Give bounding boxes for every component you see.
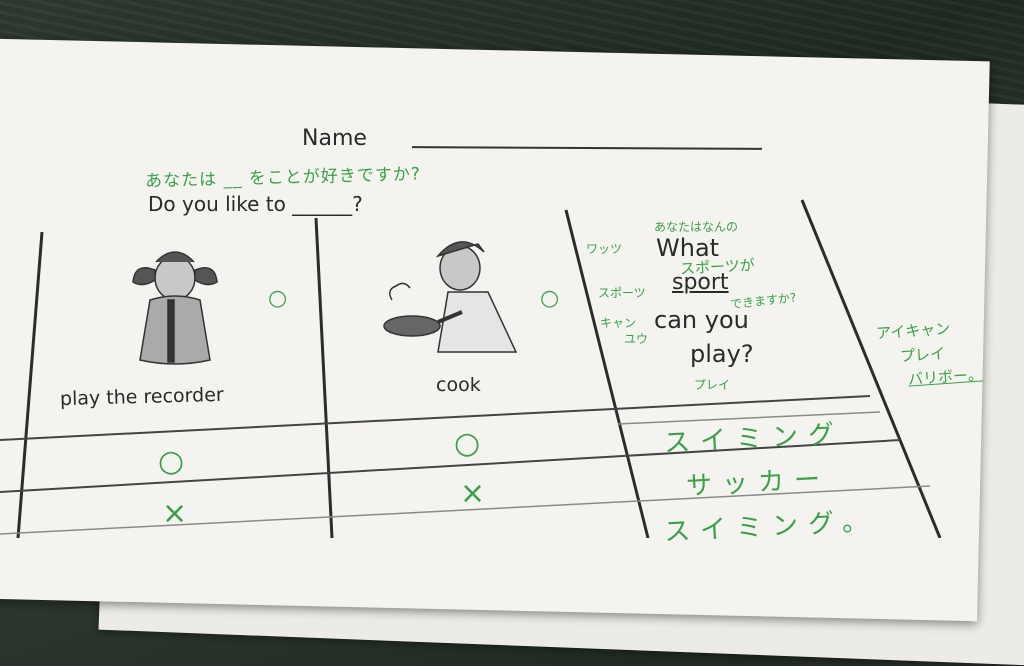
annotation-can-kana: キャン bbox=[600, 316, 637, 330]
annotation-sport-ga: スポーツが bbox=[679, 256, 756, 278]
name-label: Name bbox=[302, 126, 367, 151]
answer-row1-col1: ○ bbox=[158, 444, 185, 479]
annotation-you-kana: ユウ bbox=[624, 332, 649, 346]
sport-question-play: play? bbox=[690, 340, 754, 368]
question-en: Do you like to ______? bbox=[148, 192, 363, 216]
answer-row2-sport: サッカー bbox=[685, 464, 831, 502]
side-note-2: プレイ bbox=[899, 344, 946, 366]
table-grid bbox=[0, 199, 942, 538]
annotation-what-kana: ワッツ bbox=[586, 242, 623, 256]
girl-playing-recorder-icon bbox=[132, 251, 218, 365]
col-line-2 bbox=[314, 217, 334, 538]
col-line-1 bbox=[16, 231, 44, 538]
col-line-3 bbox=[564, 209, 650, 538]
circle-mark-cook: ○ bbox=[540, 286, 560, 311]
answer-row2-col2: × bbox=[460, 476, 486, 511]
answer-row1-col2: ○ bbox=[454, 426, 481, 461]
circle-mark-recorder: ○ bbox=[268, 286, 288, 311]
activity-label-recorder: play the recorder bbox=[59, 383, 224, 411]
answer-row2-col1: × bbox=[162, 496, 188, 531]
annotation-play-kana: プレイ bbox=[694, 378, 731, 392]
boy-cooking-icon bbox=[383, 241, 518, 353]
annotation-what-jp: あなたはなんの bbox=[654, 220, 739, 234]
activity-label-cook: cook bbox=[436, 374, 481, 396]
annotation-sport-kana: スポーツ bbox=[598, 286, 646, 300]
